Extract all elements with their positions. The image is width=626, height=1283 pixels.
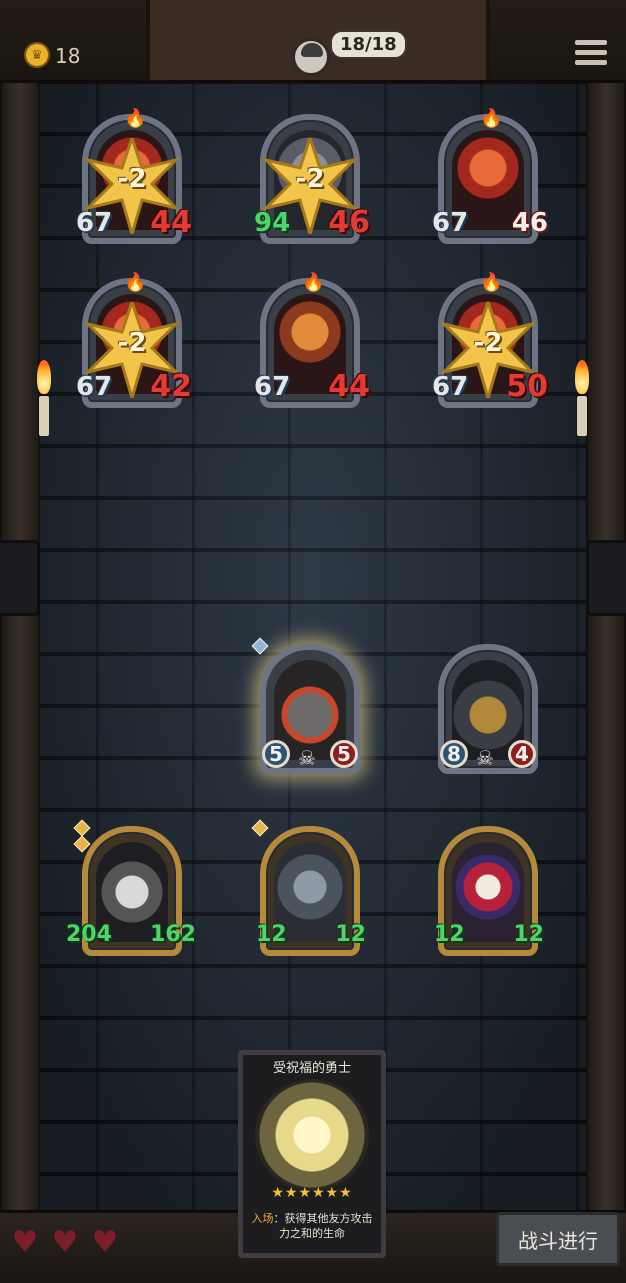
enemy-card-knight[interactable]: -2 94 46: [254, 114, 370, 250]
flame-icon: 🔥: [124, 108, 147, 129]
enemy-card-devil-1[interactable]: 🔥 -2 67 44: [76, 108, 192, 250]
attack-value: 67: [76, 208, 113, 238]
ability-keyword: 入场: [251, 1212, 274, 1225]
attack-value: 67: [254, 372, 291, 402]
damage-popup: -2: [117, 328, 147, 358]
player-hp-counter: 18/18: [330, 30, 407, 59]
attack-value: 5: [262, 740, 290, 768]
enemy-card-devil-3[interactable]: 🔥 67 46: [432, 108, 548, 250]
ally-card-cat-sage[interactable]: 204 162: [66, 819, 196, 962]
flame-icon: 🔥: [302, 272, 325, 293]
enemy-card-devil-5[interactable]: 🔥 67 44: [254, 272, 370, 414]
ability-text: ：获得其他友方攻击力之和的生命: [273, 1212, 373, 1240]
right-pillar: [586, 78, 626, 1212]
heart-icon: ♥: [91, 1224, 119, 1260]
attack-value: 94: [254, 208, 291, 238]
heart-icon: ♥: [11, 1224, 39, 1260]
player-avatar[interactable]: [292, 38, 330, 76]
hand-card-description: 入场：获得其他友方攻击力之和的生命: [249, 1211, 375, 1241]
menu-icon[interactable]: [575, 40, 607, 68]
health-value: 42: [150, 369, 192, 404]
coin-icon: ♛: [24, 42, 50, 68]
health-value: 46: [511, 208, 548, 238]
enemy-card-devil-4[interactable]: 🔥 -2 67 42: [76, 272, 192, 414]
attack-value: 8: [440, 740, 468, 768]
lives-display: ♥ ♥ ♥: [8, 1224, 122, 1260]
health-value: 44: [150, 205, 192, 240]
damage-popup: -2: [295, 164, 325, 194]
health-value: 12: [335, 922, 366, 947]
ally-card-drill-machine[interactable]: 8 ☠ 4: [438, 644, 538, 780]
attack-value: 12: [434, 922, 465, 947]
left-wall-bracket: [0, 540, 40, 616]
left-torch: [34, 360, 54, 436]
hand-card-art: [255, 1079, 369, 1191]
damage-popup: -2: [117, 164, 147, 194]
right-torch: [572, 360, 592, 436]
health-value: 162: [150, 922, 196, 947]
skull-icon: ☠: [298, 746, 316, 770]
ally-card-clown[interactable]: 12 12: [434, 826, 544, 962]
start-battle-button[interactable]: 战斗进行: [496, 1212, 620, 1266]
health-value: 50: [506, 369, 548, 404]
top-bar: ♛ 18 18/18: [0, 0, 626, 83]
enemy-card-devil-6[interactable]: 🔥 -2 67 50: [432, 272, 548, 414]
health-value: 44: [328, 369, 370, 404]
health-value: 4: [508, 740, 536, 768]
ally-card-robot[interactable]: 12 12: [251, 819, 366, 962]
health-value: 12: [513, 922, 544, 947]
flame-icon: 🔥: [480, 108, 503, 129]
right-wall-bracket: [586, 540, 626, 616]
flame-icon: 🔥: [124, 272, 147, 293]
health-value: 5: [330, 740, 358, 768]
attack-value: 67: [432, 372, 469, 402]
skull-icon: ☠: [476, 746, 494, 770]
attack-value: 67: [76, 372, 113, 402]
star-rating: ★★★★★★: [271, 1185, 353, 1201]
attack-value: 204: [66, 922, 112, 947]
health-value: 46: [328, 205, 370, 240]
ally-card-fire-beast[interactable]: 5 ☠ 5: [251, 637, 360, 780]
left-pillar: [0, 78, 40, 1212]
attack-value: 12: [256, 922, 287, 947]
attack-value: 67: [432, 208, 469, 238]
flame-icon: 🔥: [480, 272, 503, 293]
hand-card-title: 受祝福的勇士: [272, 1061, 351, 1076]
hand-card[interactable]: 受祝福的勇士 ★★★★★★ 入场：获得其他友方攻击力之和的生命: [238, 1050, 386, 1258]
gold-count: 18: [55, 44, 81, 68]
damage-popup: -2: [473, 328, 503, 358]
heart-icon: ♥: [51, 1224, 79, 1260]
